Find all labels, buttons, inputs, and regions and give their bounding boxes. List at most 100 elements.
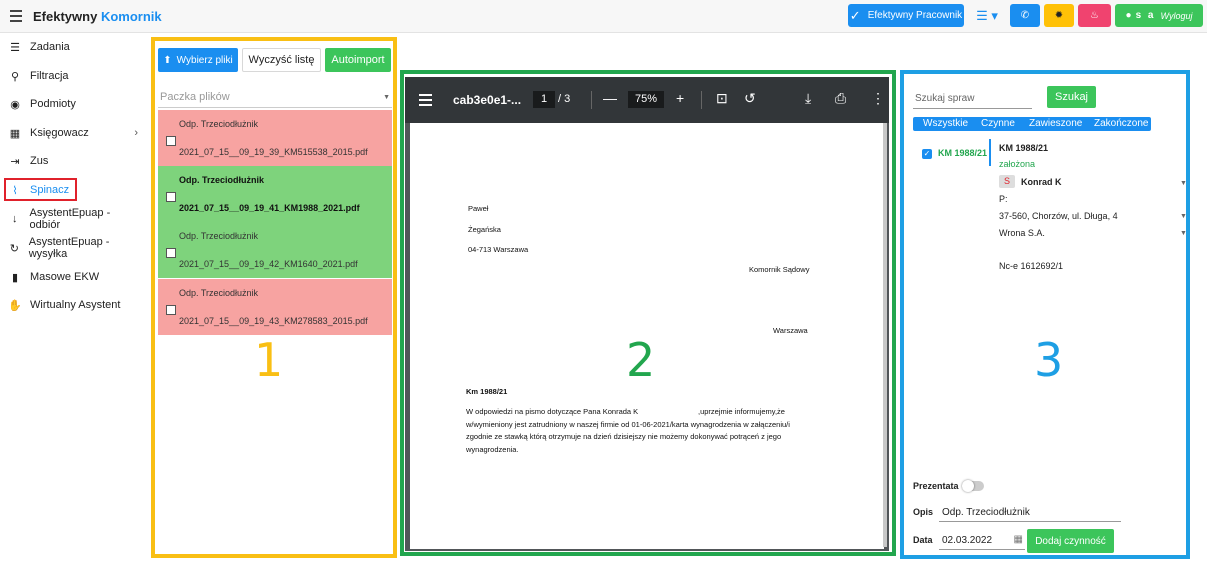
case-status: założona [999,159,1036,169]
doc-line: 04-713 Warszawa [468,245,529,254]
sidebar-item-label: AsystentEpuap - wysyłka [28,236,110,260]
sidebar-item-filtracja[interactable]: ⚲ Filtracja [8,66,140,86]
case-search-input[interactable]: Szukaj spraw [913,91,1032,109]
opis-input[interactable]: Odp. Trzeciodłużnik [939,504,1121,522]
sidebar-item-masowe-ekw[interactable]: ▮ Masowe EKW [8,267,140,287]
file-list-item[interactable]: Odp. Trzeciodłużnik 2021_07_15__09_19_43… [158,279,392,335]
efektywny-pracownik-button[interactable]: ✓ Efektywny Pracownik [848,4,964,27]
doc-line: Żegańska [468,225,501,234]
file-package-select[interactable]: Paczka plików ▼ [158,91,392,108]
menu-dropdown-button[interactable]: ☰ ▾ [970,4,1004,27]
sidebar-item-label: Filtracja [30,70,69,82]
check-circle-icon: ✓ [849,7,861,23]
file-name: 2021_07_15__09_19_39_KM515538_2015.pdf [179,147,368,157]
user-logout-button[interactable]: ● s a Wyloguj [1115,4,1203,27]
filter-all[interactable]: Wszystkie [923,118,968,129]
party-badge: S [999,175,1015,188]
phone-button[interactable]: ✆ [1010,4,1040,27]
hamburger-menu-icon[interactable] [10,10,22,22]
zoom-out-icon[interactable]: — [603,90,617,106]
party-address: 37-560, Chorzów, ul. Długa, 4 [999,211,1118,221]
search-icon: ⚲ [10,70,20,83]
file-checkbox[interactable] [166,248,176,258]
date-value: 02.03.2022 [942,535,993,546]
file-list-item[interactable]: Odp. Trzeciodłużnik 2021_07_15__09_19_42… [158,222,392,278]
list-icon: ☰ [10,41,20,54]
pdf-scrollbar[interactable] [883,123,887,547]
party-company: Wrona S.A. [999,228,1045,238]
sidebar-item-label: Podmioty [30,98,76,110]
book-icon: ▮ [11,271,19,284]
doc-line: Komornik Sądowy [749,265,810,274]
file-list-item[interactable]: Odp. Trzeciodłużnik 2021_07_15__09_19_39… [158,110,392,166]
caret-down-icon: ▼ [383,94,390,101]
sidebar-item-zadania[interactable]: ☰ Zadania [8,37,140,57]
sidebar-item-epuap-odbior[interactable]: ↓ AsystentEpuap - odbiór [8,207,140,231]
file-checkbox[interactable] [166,136,176,146]
prezentata-toggle[interactable] [962,480,984,492]
gear-icon: ✹ [1054,10,1064,21]
date-input[interactable]: 02.03.2022 ▦ [939,532,1025,550]
spinacz-highlight-box [4,178,77,201]
sidebar-item-label: Zadania [30,41,70,53]
app-title-accent: Komornik [100,9,162,24]
caret-down-icon[interactable]: ▼ [1180,230,1187,237]
choose-files-label: Wybierz pliki [176,54,233,66]
more-options-icon[interactable]: ⋮ [871,90,885,107]
file-package-placeholder: Paczka plików [160,91,230,103]
filter-suspended[interactable]: Zawieszone [1029,118,1082,129]
fit-page-icon[interactable]: ⊡ [716,90,728,107]
page-number-input[interactable]: 1 [533,91,555,108]
party-name: Konrad K [1021,177,1062,187]
print-icon[interactable]: ⎙ [835,90,846,107]
download-icon[interactable]: ⤓ [805,90,811,107]
file-list-item[interactable]: Odp. Trzeciodłużnik 2021_07_15__09_19_41… [158,166,392,222]
zoom-level[interactable]: 75% [628,91,664,108]
party-p: P: [999,194,1008,204]
case-checkbox[interactable]: ✓ [922,149,932,159]
caret-down-icon[interactable]: ▼ [1180,213,1187,220]
sidebar-item-podmioty[interactable]: ◉ Podmioty [8,94,140,114]
rotate-icon[interactable]: ↺ [744,90,756,107]
choose-files-button[interactable]: ⬆ Wybierz pliki [158,48,238,72]
panel-number-3: 3 [1034,333,1064,387]
sidebar-item-label: Masowe EKW [30,271,100,283]
zoom-in-icon[interactable]: + [676,90,684,106]
filter-closed[interactable]: Zakończone [1094,118,1148,129]
app-title-main: Efektywny [33,9,98,24]
app-title: Efektywny Komornik [33,9,162,24]
clear-list-button[interactable]: Wyczyść listę [242,48,321,72]
opis-label: Opis [913,507,934,517]
sidebar-item-epuap-wysylka[interactable]: ↻ AsystentEpuap - wysyłka [8,236,140,260]
search-button[interactable]: Szukaj [1047,86,1096,108]
logout-label: Wyloguj [1160,10,1193,21]
pdf-toolbar: cab3e0e1-... 1 / 3 — 75% + ⊡ ↺ ⤓ ⎙ ⋮ [405,77,889,123]
handshake-icon: ✋ [8,299,22,312]
phone-icon: ✆ [1020,10,1030,21]
file-checkbox[interactable] [166,305,176,315]
file-name: 2021_07_15__09_19_41_KM1988_2021.pdf [179,203,360,213]
caret-down-icon[interactable]: ▼ [1180,180,1187,187]
filter-active[interactable]: Czynne [981,118,1015,129]
fire-button[interactable]: ♨ [1078,4,1111,27]
add-action-button[interactable]: Dodaj czynność [1027,529,1114,553]
sidebar-item-zus[interactable]: ⇥ Zus [8,151,140,171]
file-name: 2021_07_15__09_19_43_KM278583_2015.pdf [179,316,368,326]
pdf-menu-icon[interactable] [419,94,432,109]
toolbar-divider [591,91,592,109]
autoimport-button[interactable]: Autoimport [325,48,391,72]
calendar-icon[interactable]: ▦ [1014,534,1023,545]
file-checkbox[interactable] [166,192,176,202]
case-id[interactable]: KM 1988/21 [938,148,987,158]
doc-paragraph: zgodnie ze stawką którą otrzymuje na dzi… [466,432,782,441]
panel-number-1: 1 [254,333,284,387]
sidebar-item-ksiegowacz[interactable]: ▦ Księgowacz › [8,123,140,143]
doc-paragraph: ,uprzejmie informujemy,że [698,407,785,416]
settings-button[interactable]: ✹ [1044,4,1074,27]
file-name: 2021_07_15__09_19_42_KM1640_2021.pdf [179,259,358,269]
calculator-icon: ▦ [9,127,21,140]
sidebar-item-wirtualny-asystent[interactable]: ✋ Wirtualny Asystent [8,295,140,315]
sidebar-item-label: Księgowacz [30,127,89,139]
pdf-file-name: cab3e0e1-... [453,93,522,107]
chevron-right-icon: › [134,127,138,139]
